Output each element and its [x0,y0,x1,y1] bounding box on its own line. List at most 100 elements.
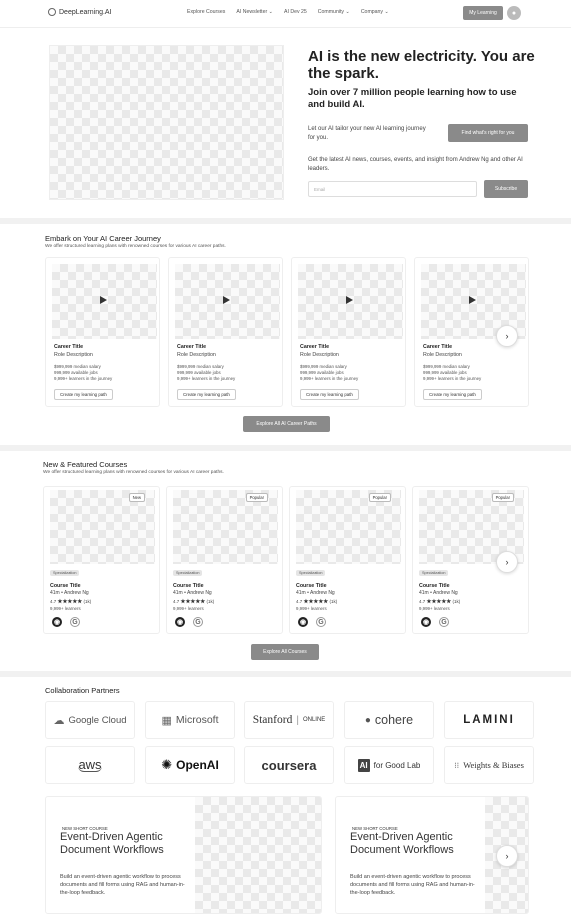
partner-stanford-online: Stanford | ONLINE [244,701,334,739]
partner-logo-text: LAMINI [463,714,515,726]
explore-all-courses-button[interactable]: Explore All Courses [251,644,319,660]
course-badge: Popular [368,493,391,502]
promo-title: Event-Driven Agentic Document Workflows [60,831,164,856]
google-icon: G [439,617,449,627]
star-rating-icon: ★★★★★ [180,599,206,605]
rating-value: 4.7 [419,599,426,604]
promo-description: Build an event-driven agentic workflow t… [350,874,475,897]
course-card[interactable]: New Specialization Course Title 41m • An… [43,486,160,634]
review-count: (1k) [206,599,215,604]
course-rating: 4.7 ★★★★★ (1k) [173,599,214,605]
partner-logo-text: aws [78,757,102,772]
course-title: Course Title [419,583,450,589]
career-card-title: Career Title [177,344,207,350]
google-icon: G [316,617,326,627]
course-title: Course Title [296,583,327,589]
hero-tailor-text: Let our AI tailor your new AI learning j… [308,126,426,141]
hero-subtitle: Join over 7 million people learning how … [308,87,517,110]
career-card-learners: 9,999+ learners in the journey [300,376,359,381]
career-card[interactable]: Career Title Role Description $999,999 m… [168,257,283,407]
review-count: (1k) [329,599,338,604]
my-learning-button[interactable]: My Learning [463,6,503,20]
career-card-video-thumbnail[interactable] [175,264,280,339]
career-card-learners: 9,999+ learners in the journey [54,376,113,381]
email-input[interactable]: Email [308,181,477,197]
ai-for-good-icon: AI [357,758,370,772]
deeplearning-ai-icon: ◉ [175,617,185,627]
section-divider [0,671,571,677]
create-learning-path-button[interactable]: Create my learning path [177,389,236,400]
microsoft-grid-icon: ▦ [161,714,172,727]
career-card-learners: 9,999+ learners in the journey [177,376,236,381]
course-badge: New [128,493,145,502]
hero-title: AI is the new electricity. You are the s… [308,48,535,82]
course-badge: Popular [491,493,514,502]
career-card-role: Role Description [300,352,339,358]
career-card-title: Career Title [54,344,84,350]
carousel-next-arrow-icon[interactable]: › [496,325,518,347]
rating-value: 4.7 [50,599,57,604]
career-card-jobs: 999,999 available jobs [54,370,98,375]
courses-section-subtitle: We offer structured learning plans with … [43,470,224,475]
deeplearning-ai-icon: ◉ [421,617,431,627]
create-learning-path-button[interactable]: Create my learning path [54,389,113,400]
explore-career-paths-button[interactable]: Explore All AI Career Paths [243,416,330,432]
nav-link-community[interactable]: Community ⌄ [318,9,350,15]
course-card[interactable]: Popular Specialization Course Title 41m … [166,486,283,634]
carousel-next-arrow-icon[interactable]: › [496,551,518,573]
deeplearning-ai-icon: ◉ [52,617,62,627]
career-section-title: Embark on Your AI Career Journey [45,234,161,243]
hero-news-text: Get the latest AI news, courses, events,… [308,157,523,172]
course-title: Course Title [173,583,204,589]
partner-logo-text: OpenAI [176,758,219,772]
career-card[interactable]: Career Title Role Description $999,999 m… [291,257,406,407]
star-rating-icon: ★★★★★ [57,599,83,605]
site-logo[interactable]: DeepLearning.AI [48,8,112,16]
promo-title: Event-Driven Agentic Document Workflows [350,831,454,856]
partner-logo-text: Google Cloud [68,714,127,726]
logo-text: DeepLearning.AI [59,8,112,16]
course-learners: 9,999+ learners [173,606,204,611]
star-rating-icon: ★★★★★ [426,599,452,605]
create-learning-path-button[interactable]: Create my learning path [300,389,359,400]
play-icon [346,296,353,304]
nav-link-ai-dev[interactable]: AI Dev 25 [284,9,307,15]
nav-links: Explore Courses AI Newsletter ⌄ AI Dev 2… [187,9,389,15]
review-count: (1k) [83,599,92,604]
nav-link-company[interactable]: Company ⌄ [361,9,389,15]
course-type-tag: Specialization [50,570,80,576]
nav-link-explore-courses[interactable]: Explore Courses [187,9,225,15]
deeplearning-ai-icon: ◉ [298,617,308,627]
nav-link-ai-newsletter[interactable]: AI Newsletter ⌄ [236,9,273,15]
subscribe-button[interactable]: Subscribe [484,180,528,198]
career-card-jobs: 999,999 available jobs [177,370,221,375]
partner-aws: aws [45,746,135,784]
google-icon: G [193,617,203,627]
create-learning-path-button[interactable]: Create my learning path [423,389,482,400]
partner-logo-text: coursera [261,757,317,773]
rating-value: 4.7 [173,599,180,604]
promo-card[interactable]: NEW SHORT COURSE Event-Driven Agentic Do… [45,796,322,914]
partner-logo-text: Stanford [252,714,293,726]
promo-description: Build an event-driven agentic workflow t… [60,874,185,897]
google-icon: G [70,617,80,627]
course-learners: 9,999+ learners [50,606,81,611]
course-card[interactable]: Popular Specialization Course Title 41m … [289,486,406,634]
career-card-video-thumbnail[interactable] [298,264,403,339]
career-card[interactable]: Career Title Role Description $999,999 m… [45,257,160,407]
partners-section-title: Collaboration Partners [45,686,120,695]
partner-coursera: coursera [244,746,334,784]
career-card-role: Role Description [177,352,216,358]
section-divider [0,445,571,451]
career-card-video-thumbnail[interactable] [52,264,157,339]
career-card-salary: $999,999 median salary [423,364,470,369]
carousel-next-arrow-icon[interactable]: › [496,845,518,867]
find-right-for-you-button[interactable]: Find what's right for you [448,124,528,142]
partner-logo-text: cohere [374,713,414,727]
partner-logo-text: ONLINE [302,717,326,723]
partner-logo-text: for Good Lab [373,760,421,770]
play-icon [100,296,107,304]
user-avatar-icon[interactable]: ● [507,6,521,20]
partner-openai: ✺ OpenAI [145,746,235,784]
career-card-title: Career Title [423,344,453,350]
